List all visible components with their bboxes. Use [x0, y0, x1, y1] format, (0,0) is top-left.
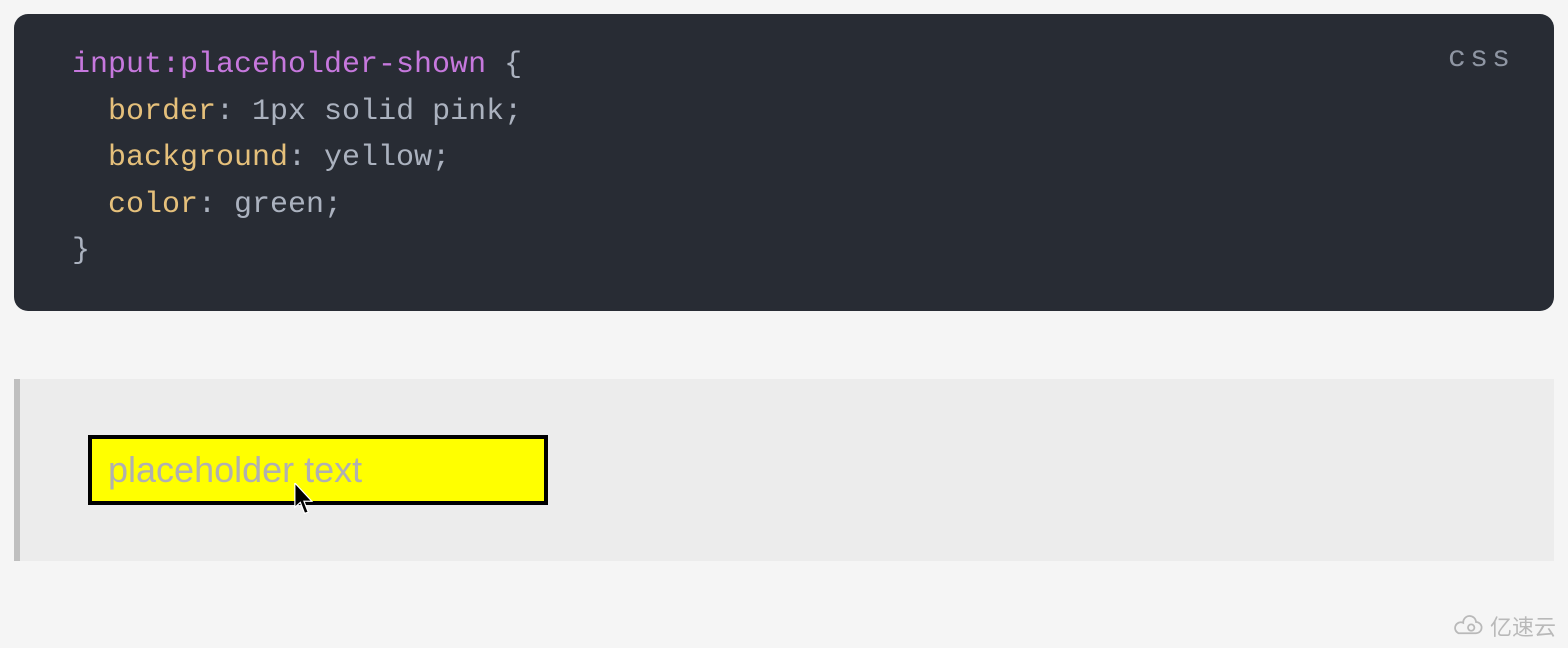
watermark-text: 亿速云 [1490, 610, 1556, 642]
code-line-rule-1: background: yellow; [72, 135, 1496, 182]
code-value-2: green [234, 188, 324, 222]
code-prop-0: border [108, 95, 216, 129]
code-block: css input:placeholder-shown { border: 1p… [14, 14, 1554, 311]
code-prop-2: color [108, 188, 198, 222]
code-value-1: yellow [324, 141, 432, 175]
demo-block: placeholder text [14, 379, 1554, 561]
watermark: 亿速云 [1452, 610, 1556, 642]
demo-placeholder-text: placeholder text [108, 449, 362, 491]
code-line-rule-2: color: green; [72, 182, 1496, 229]
demo-input[interactable]: placeholder text [88, 435, 548, 505]
brace-open: { [486, 48, 522, 82]
code-line-rule-0: border: 1px solid pink; [72, 89, 1496, 136]
brace-close: } [72, 234, 90, 268]
code-line-close: } [72, 228, 1496, 275]
code-prop-1: background [108, 141, 288, 175]
code-selector: input:placeholder-shown [72, 48, 486, 82]
language-label: css [1448, 36, 1514, 83]
code-line-selector: input:placeholder-shown { [72, 42, 1496, 89]
code-value-0: 1px solid pink [252, 95, 504, 129]
